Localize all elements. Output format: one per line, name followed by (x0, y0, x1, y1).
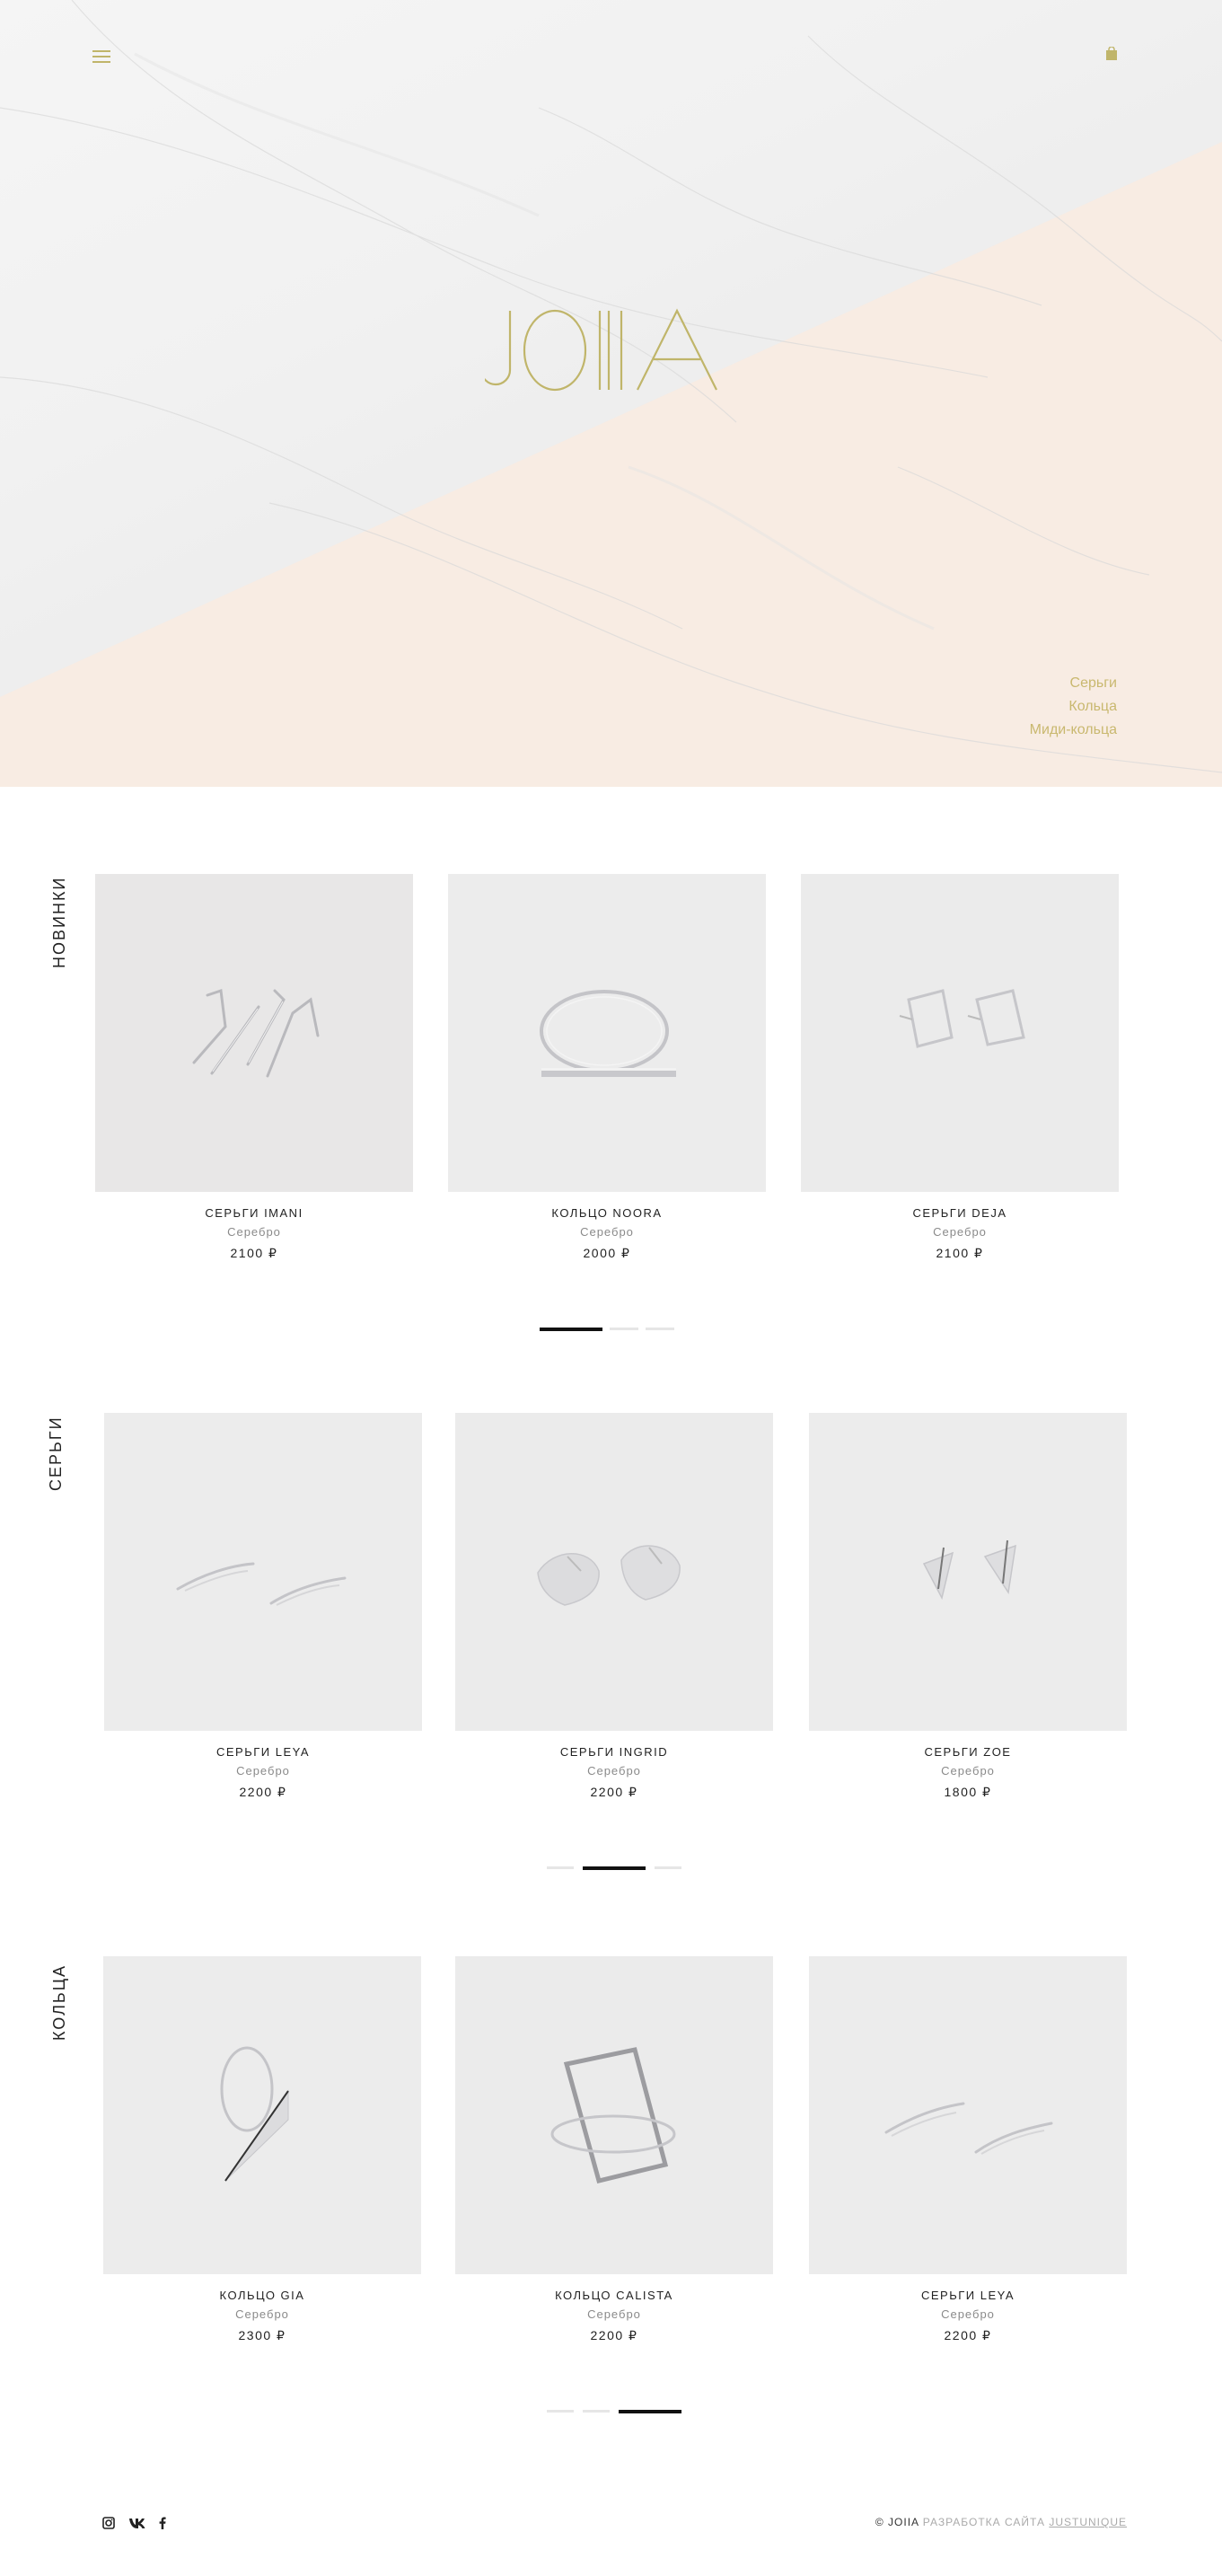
product-name: КОЛЬЦО CALISTA (555, 2289, 673, 2302)
product-name: СЕРЬГИ DEJA (912, 1206, 1007, 1220)
section-title: НОВИНКИ (50, 876, 68, 968)
product-image (455, 1956, 773, 2274)
product-price: 2200 ₽ (239, 1785, 287, 1799)
product-material: Серебро (235, 2307, 289, 2321)
product-card[interactable]: СЕРЬГИ ZOE Серебро 1800 ₽ (809, 1413, 1127, 1800)
product-image (809, 1413, 1127, 1731)
product-name: СЕРЬГИ LEYA (920, 2289, 1015, 2302)
product-card[interactable]: СЕРЬГИ LEYA Серебро 2200 ₽ (809, 1956, 1127, 2343)
product-card[interactable]: КОЛЬЦО GIA Серебро 2300 ₽ (103, 1956, 421, 2343)
product-material: Серебро (941, 1764, 995, 1778)
vk-icon[interactable] (128, 2515, 146, 2531)
product-name: КОЛЬЦО NOORA (551, 1206, 663, 1220)
product-card[interactable]: КОЛЬЦО NOORA Серебро 2000 ₽ (448, 874, 766, 1261)
carousel-dot[interactable] (540, 1328, 602, 1331)
product-price: 2300 ₽ (238, 2328, 286, 2342)
product-material: Серебро (941, 2307, 995, 2321)
carousel-dot[interactable] (646, 1328, 674, 1330)
product-image (104, 1413, 422, 1731)
section-title: СЕРЬГИ (47, 1416, 65, 1491)
product-card[interactable]: СЕРЬГИ INGRID Серебро 2200 ₽ (455, 1413, 773, 1800)
facebook-icon[interactable] (158, 2515, 167, 2531)
copyright-text: © JOIIA (875, 2516, 919, 2528)
product-card[interactable]: КОЛЬЦО CALISTA Серебро 2200 ₽ (455, 1956, 773, 2343)
product-image (95, 874, 413, 1192)
logo[interactable] (485, 305, 718, 395)
product-name: СЕРЬГИ ZOE (924, 1745, 1012, 1759)
product-material: Серебро (587, 2307, 641, 2321)
instagram-icon[interactable] (102, 2515, 115, 2531)
hero-banner: Серьги Кольца Миди-кольца (0, 0, 1222, 787)
product-card[interactable]: СЕРЬГИ IMANI Серебро 2100 ₽ (95, 874, 413, 1261)
product-price: 2100 ₽ (230, 1246, 278, 1260)
footer-copyright: © JOIIA РАЗРАБОТКА САЙТА JUSTUNIQUE (875, 2516, 1127, 2528)
bag-icon[interactable] (1104, 47, 1119, 61)
product-material: Серебро (933, 1225, 987, 1239)
product-material: Серебро (580, 1225, 634, 1239)
carousel-dot[interactable] (610, 1328, 638, 1330)
hero-category-links: Серьги Кольца Миди-кольца (1030, 672, 1117, 742)
product-price: 2000 ₽ (583, 1246, 631, 1260)
developer-link[interactable]: JUSTUNIQUE (1049, 2516, 1127, 2528)
product-name: КОЛЬЦО GIA (219, 2289, 305, 2302)
product-image (455, 1413, 773, 1731)
carousel-dot[interactable] (547, 1866, 574, 1869)
product-card[interactable]: СЕРЬГИ LEYA Серебро 2200 ₽ (104, 1413, 422, 1800)
carousel-dot[interactable] (547, 2410, 574, 2413)
product-price: 1800 ₽ (944, 1785, 992, 1799)
product-image (103, 1956, 421, 2274)
product-name: СЕРЬГИ IMANI (205, 1206, 303, 1220)
product-price: 2100 ₽ (936, 1246, 984, 1260)
developer-label: РАЗРАБОТКА САЙТА (922, 2516, 1045, 2528)
product-material: Серебро (236, 1764, 290, 1778)
product-material: Серебро (227, 1225, 281, 1239)
product-name: СЕРЬГИ INGRID (559, 1745, 669, 1759)
product-image (809, 1956, 1127, 2274)
product-image (801, 874, 1119, 1192)
carousel-dot[interactable] (655, 1866, 681, 1869)
hero-link-rings[interactable]: Кольца (1030, 695, 1117, 719)
section-title: КОЛЬЦА (50, 1963, 68, 2041)
hero-link-midi-rings[interactable]: Миди-кольца (1030, 719, 1117, 742)
carousel-dot[interactable] (619, 2410, 681, 2413)
menu-button[interactable] (92, 50, 110, 63)
product-price: 2200 ₽ (590, 2328, 638, 2342)
hero-link-earrings[interactable]: Серьги (1030, 672, 1117, 695)
carousel-dot[interactable] (583, 2410, 610, 2413)
product-price: 2200 ₽ (590, 1785, 638, 1799)
hamburger-icon (92, 50, 110, 52)
product-material: Серебро (587, 1764, 641, 1778)
carousel-dot[interactable] (583, 1866, 646, 1870)
product-name: СЕРЬГИ LEYA (215, 1745, 311, 1759)
product-price: 2200 ₽ (944, 2328, 992, 2342)
product-image (448, 874, 766, 1192)
product-card[interactable]: СЕРЬГИ DEJA Серебро 2100 ₽ (801, 874, 1119, 1261)
